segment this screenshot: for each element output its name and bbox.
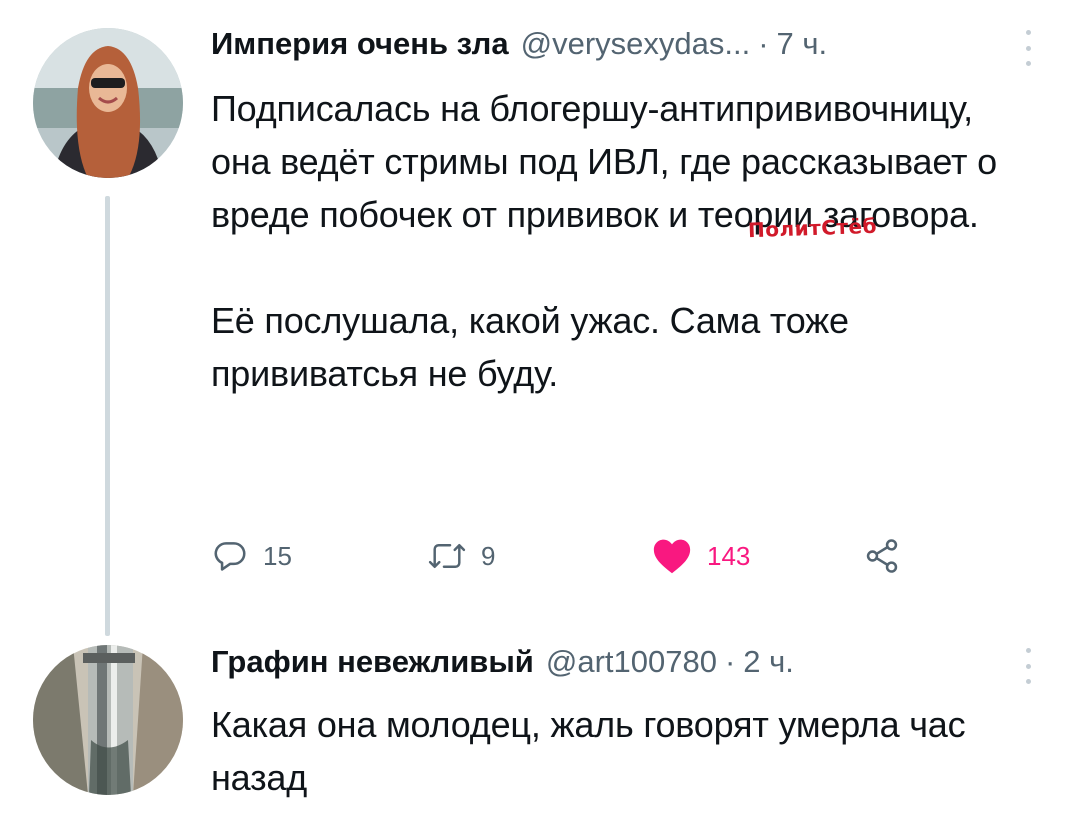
share-button[interactable] (863, 534, 901, 578)
author-handle[interactable]: @verysexydas... (521, 26, 751, 62)
like-count: 143 (707, 540, 751, 571)
reply-button[interactable]: 15 (211, 534, 292, 578)
tweet-header: Империя очень зла @verysexydas... · 7 ч. (211, 26, 827, 62)
avatar[interactable] (33, 645, 183, 795)
more-icon[interactable] (1024, 648, 1032, 684)
tweet-2[interactable]: Графин невежливый @art100780 · 2 ч. Кака… (0, 640, 1080, 822)
timestamp[interactable]: 2 ч. (743, 644, 794, 680)
retweet-icon (428, 544, 466, 569)
tweet-paragraph-2: Её послушала, какой ужас. Сама тоже прив… (211, 300, 849, 394)
author-handle[interactable]: @art100780 (546, 644, 717, 680)
avatar[interactable] (33, 28, 183, 178)
author-name[interactable]: Графин невежливый (211, 644, 534, 680)
author-name[interactable]: Империя очень зла (211, 26, 509, 62)
watermark: ПолитСтёб (747, 213, 878, 243)
tweet-paragraph-1: Подписалась на блогершу-антипрививочницу… (211, 88, 997, 235)
like-button[interactable]: 143 (651, 534, 750, 578)
tweet-text: Подписалась на блогершу-антипрививочницу… (211, 82, 1011, 400)
reply-icon (214, 542, 246, 571)
separator: · (758, 26, 769, 61)
share-icon (866, 539, 898, 573)
tweet-header: Графин невежливый @art100780 · 2 ч. (211, 644, 794, 680)
more-icon[interactable] (1024, 30, 1032, 66)
heart-icon (653, 539, 691, 574)
tweet-1[interactable]: Империя очень зла @verysexydas... · 7 ч.… (0, 0, 1080, 640)
timestamp[interactable]: 7 ч. (777, 26, 828, 62)
separator: · (724, 644, 736, 679)
tweet-paragraph: Какая она молодец, жаль говорят умерла ч… (211, 704, 966, 798)
tweet-actions: 15 9 143 (211, 534, 931, 578)
retweet-count: 9 (481, 540, 496, 571)
reply-count: 15 (263, 540, 292, 571)
tweet-text: Какая она молодец, жаль говорят умерла ч… (211, 698, 1031, 804)
retweet-button[interactable]: 9 (427, 534, 495, 578)
